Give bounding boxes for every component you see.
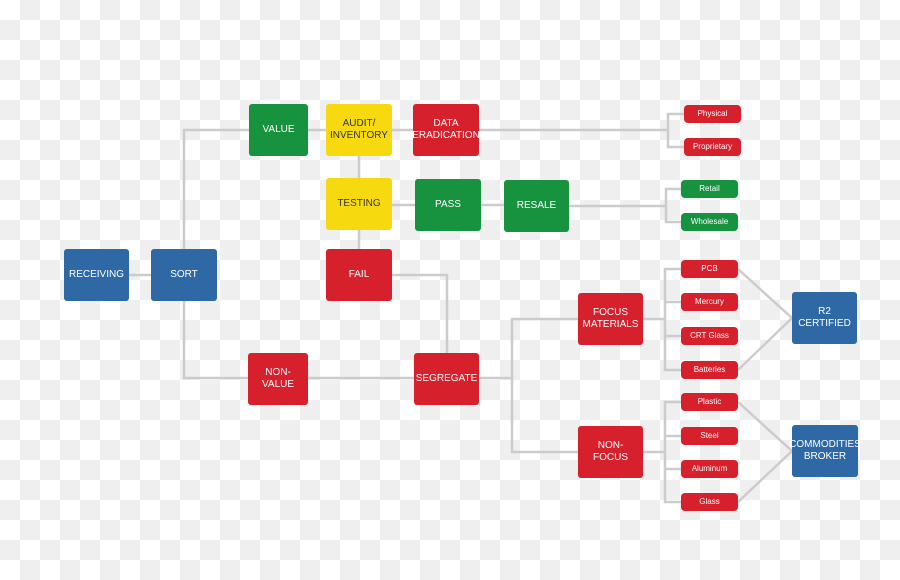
leaf-aluminum: Aluminum xyxy=(681,460,738,478)
connector xyxy=(737,401,794,503)
connector xyxy=(510,317,578,454)
leaf-plastic: Plastic xyxy=(681,393,738,411)
node-sort: SORT xyxy=(151,249,217,301)
node-value: VALUE xyxy=(249,104,308,156)
leaf-physical: Physical xyxy=(684,105,741,123)
connector-lines xyxy=(129,112,794,504)
leaf-crt-glass: CRT Glass xyxy=(681,327,738,345)
node-commodities-broker: COMMODITIES BROKER xyxy=(789,425,861,477)
node-non-focus: NON- FOCUS xyxy=(578,426,643,478)
node-receiving: RECEIVING xyxy=(64,249,129,301)
leaf-retail: Retail xyxy=(681,180,738,198)
node-fail: FAIL xyxy=(326,249,392,301)
node-audit-inventory: AUDIT/ INVENTORY xyxy=(326,104,392,156)
node-resale: RESALE xyxy=(504,180,569,232)
connector xyxy=(392,273,449,353)
node-pass: PASS xyxy=(415,179,481,231)
node-r2-certified: R2 CERTIFIED xyxy=(792,292,857,344)
node-segregate: SEGREGATE xyxy=(414,353,479,405)
connector xyxy=(666,112,684,149)
leaf-wholesale: Wholesale xyxy=(681,213,738,231)
node-testing: TESTING xyxy=(326,178,392,230)
leaf-steel: Steel xyxy=(681,427,738,445)
connector xyxy=(664,187,681,224)
connector xyxy=(663,400,681,504)
node-data-eradication: DATA ERADICATION xyxy=(412,104,480,156)
leaf-mercury: Mercury xyxy=(681,293,738,311)
connector xyxy=(737,268,794,371)
leaf-batteries: Batteries xyxy=(681,361,738,379)
node-non-value: NON- VALUE xyxy=(248,353,308,405)
connector xyxy=(663,267,681,372)
leaf-proprietary: Proprietary xyxy=(684,138,741,156)
node-focus-materials: FOCUS MATERIALS xyxy=(578,293,643,345)
leaf-glass: Glass xyxy=(681,493,738,511)
leaf-pcb: PCB xyxy=(681,260,738,278)
